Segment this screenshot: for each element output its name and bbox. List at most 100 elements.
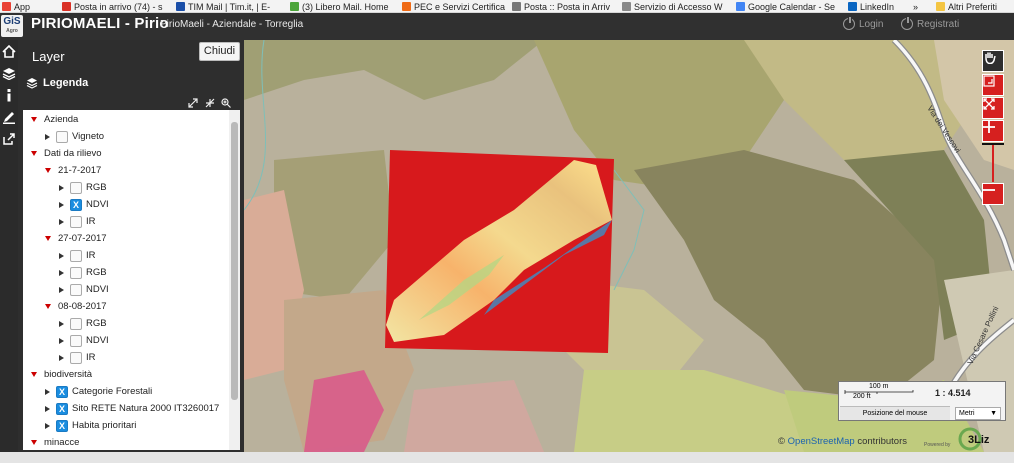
layer-tree-item[interactable]: Azienda xyxy=(31,111,78,128)
caret-down-icon[interactable] xyxy=(45,236,51,241)
bookmark-9[interactable]: » xyxy=(913,0,918,12)
layer-tree-item[interactable]: X Habita prioritari xyxy=(45,417,136,434)
layer-tree-item[interactable]: X Categorie Forestali xyxy=(45,383,152,400)
share-button[interactable] xyxy=(1,131,17,147)
layer-checkbox[interactable] xyxy=(70,215,82,228)
layer-tree-item[interactable]: minacce xyxy=(31,434,79,450)
power-icon xyxy=(843,16,855,30)
layer-tree-item[interactable]: X Sito RETE Natura 2000 IT3260017 xyxy=(45,400,219,417)
bookmark-7[interactable]: Google Calendar - Se xyxy=(736,0,835,12)
layer-label: Habita prioritari xyxy=(72,420,137,431)
panel-title: Layer xyxy=(32,49,65,64)
zoom-extent-button[interactable] xyxy=(982,97,1004,119)
bookmark-0[interactable]: App xyxy=(2,0,30,12)
info-icon xyxy=(7,89,11,102)
layer-tree-item[interactable]: IR xyxy=(59,247,96,264)
bookmark-10[interactable]: Altri Preferiti xyxy=(936,0,998,12)
legend-header[interactable]: Legenda xyxy=(26,74,88,92)
bookmark-4[interactable]: PEC e Servizi Certifica xyxy=(402,0,505,12)
caret-right-icon[interactable] xyxy=(45,133,50,140)
bookmark-6[interactable]: Servizio di Accesso W xyxy=(622,0,723,12)
layer-checkbox[interactable] xyxy=(70,266,82,279)
caret-right-icon[interactable] xyxy=(59,269,64,276)
layer-checkbox[interactable] xyxy=(56,130,68,143)
layer-tree-item[interactable]: NDVI xyxy=(59,281,109,298)
caret-right-icon[interactable] xyxy=(59,337,64,344)
layer-tree-item[interactable]: RGB xyxy=(59,264,107,281)
layer-checkbox[interactable] xyxy=(70,334,82,347)
caret-right-icon[interactable] xyxy=(45,405,50,412)
layer-checkbox[interactable] xyxy=(70,181,82,194)
bookmark-label: Altri Preferiti xyxy=(948,1,998,12)
roundcube-icon xyxy=(512,2,521,11)
layer-checkbox[interactable] xyxy=(70,283,82,296)
layer-tree-item[interactable]: biodiversità xyxy=(31,366,92,383)
pan-button[interactable] xyxy=(982,50,1004,72)
zoom-out-button[interactable] xyxy=(982,183,1004,205)
info-button[interactable] xyxy=(1,87,17,103)
caret-down-icon[interactable] xyxy=(45,304,51,309)
zoom-to-layer-button[interactable] xyxy=(221,98,231,110)
layer-tree-item[interactable]: RGB xyxy=(59,179,107,196)
osm-link[interactable]: OpenStreetMap xyxy=(788,436,855,447)
caret-right-icon[interactable] xyxy=(45,388,50,395)
bookmark-8[interactable]: LinkedIn xyxy=(848,0,894,12)
layer-tree-item[interactable]: X NDVI xyxy=(59,196,109,213)
caret-right-icon[interactable] xyxy=(59,252,64,259)
layer-tree-item[interactable]: Vigneto xyxy=(45,128,104,145)
layer-checkbox[interactable]: X xyxy=(70,198,82,211)
layer-tree-item[interactable]: 08-08-2017 xyxy=(45,298,107,315)
layer-tree-item[interactable]: IR xyxy=(59,213,96,230)
caret-right-icon[interactable] xyxy=(59,201,64,208)
collapse-all-button[interactable] xyxy=(205,98,215,110)
bookmark-3[interactable]: (3) Libero Mail. Home xyxy=(290,0,389,12)
bookmark-5[interactable]: Posta :: Posta in Arriv xyxy=(512,0,610,12)
layer-label: IR xyxy=(86,216,96,227)
caret-down-icon[interactable] xyxy=(31,151,37,156)
layer-tree-item[interactable]: RGB xyxy=(59,315,107,332)
zoom-in-button[interactable] xyxy=(982,120,1004,142)
layer-label: Vigneto xyxy=(72,131,105,142)
layer-tree-scrollbar[interactable] xyxy=(229,110,240,450)
layer-checkbox[interactable]: X xyxy=(56,385,68,398)
layer-tree-item[interactable]: NDVI xyxy=(59,332,109,349)
caret-right-icon[interactable] xyxy=(59,354,64,361)
layer-tree-item[interactable]: 21-7-2017 xyxy=(45,162,101,179)
caret-right-icon[interactable] xyxy=(45,422,50,429)
layer-tree-item[interactable]: 27-07-2017 xyxy=(45,230,107,247)
layer-checkbox[interactable]: X xyxy=(56,402,68,415)
login-button[interactable]: Login xyxy=(843,16,883,30)
caret-right-icon[interactable] xyxy=(59,320,64,327)
caret-down-icon[interactable] xyxy=(31,117,37,122)
caret-down-icon[interactable] xyxy=(31,440,37,445)
caret-down-icon[interactable] xyxy=(45,168,51,173)
caret-right-icon[interactable] xyxy=(59,286,64,293)
layer-tree-item[interactable]: Dati da rilievo xyxy=(31,145,102,162)
map-attribution: © OpenStreetMap contributors xyxy=(778,436,907,447)
layer-checkbox[interactable] xyxy=(70,317,82,330)
gis-logo[interactable]: GiS Agro xyxy=(1,15,23,37)
bookmark-1[interactable]: Posta in arrivo (74) - s xyxy=(62,0,163,12)
bookmark-2[interactable]: TIM Mail | Tim.it, | E- xyxy=(176,0,270,12)
caret-right-icon[interactable] xyxy=(59,218,64,225)
layer-tree-item[interactable]: IR xyxy=(59,349,96,366)
layer-checkbox[interactable]: X xyxy=(56,419,68,432)
layer-checkbox[interactable] xyxy=(70,249,82,262)
map-canvas[interactable]: Via dei Vescovi Via Cesare Pollini 100 m… xyxy=(244,40,1014,452)
units-select[interactable]: Metri ▼ xyxy=(955,407,1001,420)
scrollbar-thumb[interactable] xyxy=(231,122,238,400)
layer-checkbox[interactable] xyxy=(70,351,82,364)
expand-all-button[interactable] xyxy=(188,98,198,110)
draw-button[interactable] xyxy=(1,109,17,125)
star-icon xyxy=(402,2,411,11)
powered-by-badge[interactable]: Powered by 3Liz xyxy=(924,426,1012,452)
calendar-icon xyxy=(736,2,745,11)
layers-button[interactable] xyxy=(1,65,17,81)
close-panel-button[interactable]: Chiudi xyxy=(199,42,240,61)
register-button[interactable]: Registrati xyxy=(901,16,959,30)
home-button[interactable] xyxy=(1,43,17,59)
caret-down-icon[interactable] xyxy=(31,372,37,377)
zoom-box-button[interactable] xyxy=(982,74,1004,96)
zoom-slider-track[interactable] xyxy=(992,145,994,182)
caret-right-icon[interactable] xyxy=(59,184,64,191)
